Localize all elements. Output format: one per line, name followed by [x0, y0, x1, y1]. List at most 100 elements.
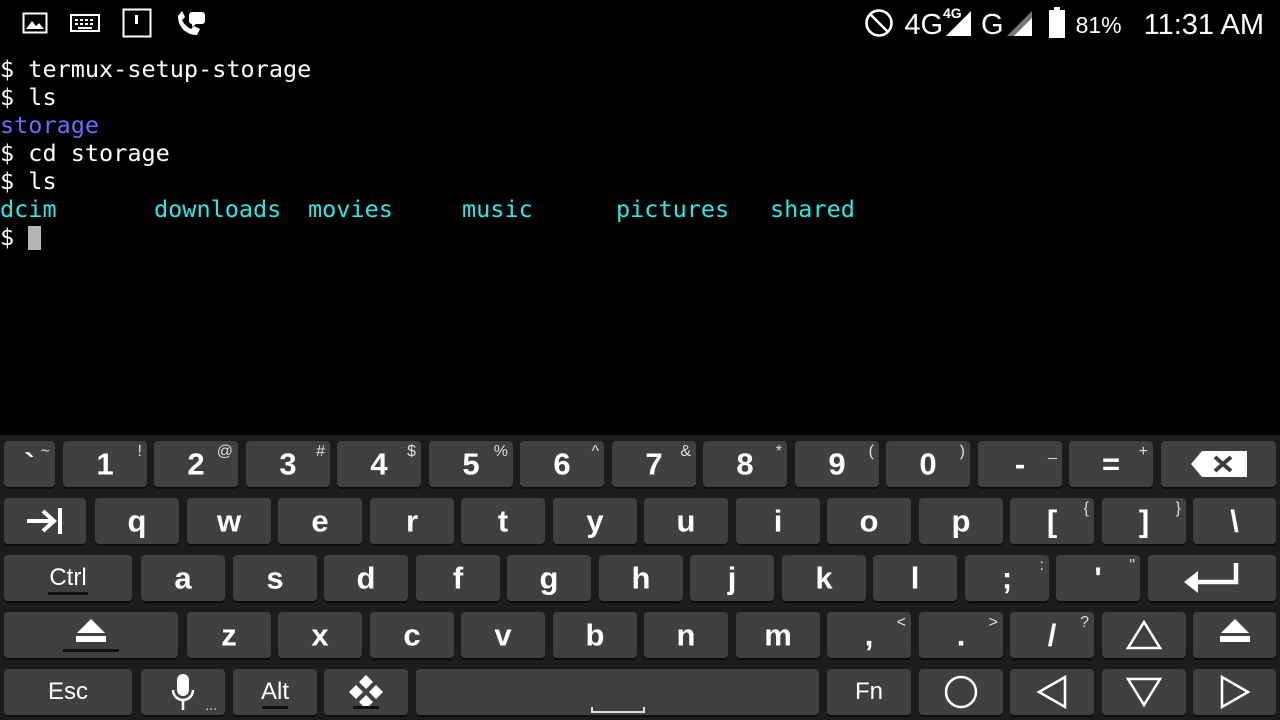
key-h[interactable]: h — [599, 555, 683, 601]
key-9[interactable]: 9( — [795, 441, 879, 487]
key-d[interactable]: d — [324, 555, 408, 601]
status-bar: 4G 4G G 81% 11:31 AM — [0, 0, 1280, 50]
key-s[interactable]: s — [233, 555, 317, 601]
key-m[interactable]: m — [736, 612, 820, 658]
key-6[interactable]: 6 ^ — [520, 441, 604, 487]
key-j[interactable]: j — [690, 555, 774, 601]
key-dpad[interactable] — [324, 669, 408, 715]
arrow-right-icon — [1193, 669, 1276, 715]
key-voice[interactable]: ... — [141, 669, 225, 715]
key-5[interactable]: 5% — [429, 441, 513, 487]
key-ctrl[interactable]: Ctrl — [4, 555, 132, 601]
key-home[interactable] — [919, 669, 1003, 715]
ls-item-music: music — [462, 195, 533, 223]
dpad-indicator — [353, 706, 379, 709]
image-notification-icon — [22, 10, 48, 41]
key-a[interactable]: a — [141, 555, 225, 601]
terminal-line-directory: storage — [0, 111, 100, 139]
key-arrow-down[interactable] — [1102, 669, 1186, 715]
key-backtick[interactable]: ` ~ — [4, 441, 55, 487]
key-quote[interactable]: ' " — [1056, 555, 1140, 601]
key-0[interactable]: 0) — [886, 441, 970, 487]
spacebar-icon — [590, 707, 645, 713]
key-r[interactable]: r — [370, 498, 454, 544]
key-f[interactable]: f — [416, 555, 500, 601]
key-semicolon[interactable]: ;: — [965, 555, 1049, 601]
key-c[interactable]: c — [370, 612, 454, 658]
key-1[interactable]: 1! — [63, 441, 147, 487]
key-x[interactable]: x — [278, 612, 362, 658]
terminal-line: $ ls — [0, 83, 57, 111]
sd-card-icon — [122, 8, 152, 43]
ls-item-shared: shared — [770, 195, 855, 223]
ls-item-movies: movies — [308, 195, 393, 223]
key-arrow-right[interactable] — [1193, 669, 1276, 715]
key-arrow-up[interactable] — [1102, 612, 1186, 658]
key-right-bracket[interactable]: ]} — [1102, 498, 1186, 544]
terminal-output[interactable]: $ termux-setup-storage $ ls storage $ cd… — [0, 55, 1280, 435]
key-slash[interactable]: /? — [1010, 612, 1094, 658]
key-alt[interactable]: Alt — [233, 669, 317, 715]
terminal-line: $ ls — [0, 167, 57, 195]
key-b[interactable]: b — [553, 612, 637, 658]
tab-icon — [4, 498, 86, 544]
missed-call-icon — [174, 8, 208, 43]
key-equals[interactable]: = + — [1069, 441, 1153, 487]
dnd-icon — [864, 8, 894, 43]
key-v[interactable]: v — [461, 612, 545, 658]
keyboard-notification-icon — [70, 12, 100, 39]
key-4[interactable]: 4 $ — [337, 441, 421, 487]
key-i[interactable]: i — [736, 498, 820, 544]
key-enter[interactable] — [1148, 555, 1276, 601]
terminal-line: $ cd storage — [0, 139, 170, 167]
ls-item-pictures: pictures — [616, 195, 730, 223]
arrow-left-icon — [1010, 669, 1094, 715]
key-8[interactable]: 8 * — [703, 441, 787, 487]
enter-icon — [1148, 555, 1276, 601]
ls-output-line: dcim downloads movies music pictures sha… — [0, 195, 1280, 223]
key-comma[interactable]: , < — [827, 612, 911, 658]
key-o[interactable]: o — [827, 498, 911, 544]
key-w[interactable]: w — [187, 498, 271, 544]
key-fn[interactable]: Fn — [827, 669, 911, 715]
network-tag: 4G — [943, 4, 962, 21]
key-e[interactable]: e — [278, 498, 362, 544]
key-7[interactable]: 7 & — [612, 441, 696, 487]
key-backslash[interactable]: \ — [1193, 498, 1276, 544]
extra-keys-keyboard: ` ~ 1! 2 @ 3 # 4 $ 5% 6 ^ 7 & 8 * 9( 0) - _ = + q… — [0, 435, 1280, 720]
key-q[interactable]: q — [95, 498, 179, 544]
key-left-bracket[interactable]: [{ — [1010, 498, 1094, 544]
circle-icon — [919, 669, 1003, 715]
key-g[interactable]: g — [507, 555, 591, 601]
key-space[interactable] — [416, 669, 819, 715]
battery-icon — [1048, 6, 1066, 44]
prompt-line[interactable]: $ — [0, 223, 1280, 251]
key-shift-left[interactable] — [4, 612, 178, 658]
key-y[interactable]: y — [553, 498, 637, 544]
key-p[interactable]: p — [919, 498, 1003, 544]
battery-percent: 81% — [1075, 11, 1122, 38]
key-tab[interactable] — [4, 498, 86, 544]
ls-item-downloads: downloads — [154, 195, 282, 223]
ctrl-indicator — [48, 592, 88, 595]
terminal-line: $ termux-setup-storage — [0, 55, 312, 83]
ls-item-dcim: dcim — [0, 195, 57, 223]
key-backspace[interactable] — [1161, 441, 1276, 487]
shift-icon — [1193, 612, 1276, 658]
key-esc[interactable]: Esc — [4, 669, 132, 715]
key-n[interactable]: n — [644, 612, 728, 658]
key-2[interactable]: 2 @ — [154, 441, 238, 487]
key-3[interactable]: 3 # — [246, 441, 330, 487]
key-l[interactable]: l — [873, 555, 957, 601]
key-z[interactable]: z — [187, 612, 271, 658]
alt-indicator — [262, 706, 288, 709]
key-arrow-left[interactable] — [1010, 669, 1094, 715]
prompt: $ — [0, 223, 29, 251]
key-minus[interactable]: - _ — [978, 441, 1062, 487]
key-period[interactable]: . > — [919, 612, 1003, 658]
signal-strength-2-icon — [1004, 8, 1034, 43]
key-shift-right[interactable] — [1193, 612, 1276, 658]
key-k[interactable]: k — [782, 555, 866, 601]
key-u[interactable]: u — [644, 498, 728, 544]
key-t[interactable]: t — [461, 498, 545, 544]
